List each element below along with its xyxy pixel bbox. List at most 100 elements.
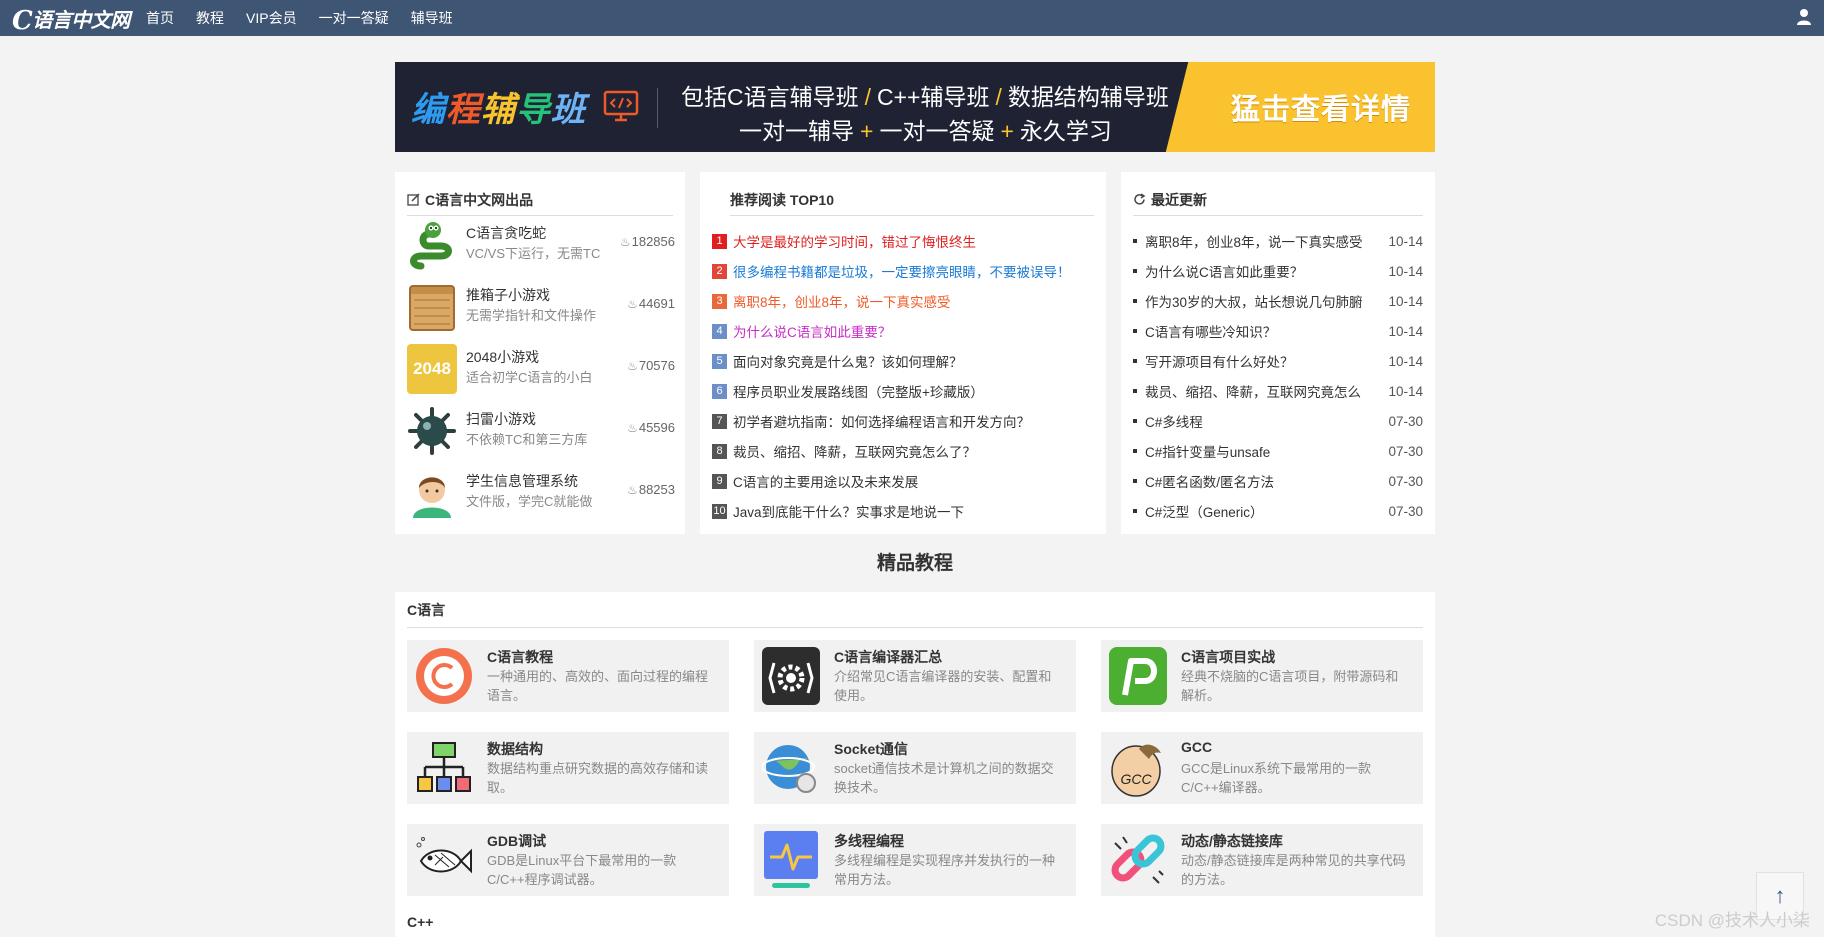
mine-icon (408, 407, 456, 455)
update-date: 07-30 (1388, 413, 1423, 429)
rank-badge: 2 (712, 263, 727, 279)
update-item[interactable]: C#匿名函数/匿名方法 07-30 (1133, 470, 1423, 492)
site-logo[interactable]: C语言中文网 (12, 4, 130, 36)
gdb-fish-icon (416, 837, 472, 874)
banner-divider (657, 88, 658, 128)
top10-item-link[interactable]: 裁员、缩招、降薪，互联网究竟怎么了？ (733, 441, 976, 461)
top10-item-link[interactable]: 很多编程书籍都是垃圾，一定要擦亮眼睛，不要被误导！ (733, 261, 1071, 281)
nav-item-tutorials[interactable]: 教程 (196, 8, 224, 28)
flame-icon: ♨ (627, 421, 638, 435)
product-item[interactable]: 2048 2048小游戏 适合初学C语言的小白 ♨70576 (407, 342, 675, 398)
top10-item[interactable]: 4 为什么说C语言如此重要？ (712, 320, 891, 342)
top10-item-link[interactable]: 为什么说C语言如此重要？ (733, 321, 891, 341)
project-p-icon (1109, 647, 1167, 705)
top10-item[interactable]: 6 程序员职业发展路线图（完整版+珍藏版） (712, 380, 984, 402)
link-chain-icon (1111, 834, 1165, 884)
top10-item[interactable]: 3 离职8年，创业8年，说一下真实感受 (712, 290, 951, 312)
bullet-icon (1133, 509, 1137, 513)
card-title: C语言项目实战 (1181, 649, 1276, 665)
tutorial-card[interactable]: C语言编译器汇总 介绍常见C语言编译器的安装、配置和使用。 (754, 640, 1076, 712)
product-name: 推箱子小游戏 (466, 287, 550, 303)
product-hot-count: ♨45596 (627, 420, 675, 435)
card-title: GDB调试 (487, 833, 547, 849)
rank-badge: 3 (712, 293, 727, 309)
compiler-gear-icon (762, 647, 820, 705)
tutorial-card[interactable]: Socket通信 socket通信技术是计算机之间的数据交换技术。 (754, 732, 1076, 804)
update-item[interactable]: C语言有哪些冷知识？ 10-14 (1133, 320, 1423, 342)
banner-brand-title: 编程辅导班 (411, 91, 586, 129)
update-title[interactable]: C#匿名函数/匿名方法 (1145, 471, 1380, 491)
update-item[interactable]: 为什么说C语言如此重要？ 10-14 (1133, 260, 1423, 282)
nav-item-qa[interactable]: 一对一答疑 (319, 8, 389, 28)
update-item[interactable]: 裁员、缩招、降薪，互联网究竟怎么 10-14 (1133, 380, 1423, 402)
nav-item-class[interactable]: 辅导班 (411, 8, 453, 28)
main-menu: 首页 教程 VIP会员 一对一答疑 辅导班 (146, 0, 475, 36)
top-navigation-bar: C语言中文网 首页 教程 VIP会员 一对一答疑 辅导班 (0, 0, 1824, 36)
student-icon (413, 477, 451, 518)
update-title[interactable]: C#泛型（Generic） (1145, 501, 1380, 521)
top10-item-link[interactable]: 程序员职业发展路线图（完整版+珍藏版） (733, 381, 984, 401)
product-desc: 文件版，学完C就能做 (466, 494, 593, 509)
update-title[interactable]: 作为30岁的大叔，站长想说几句肺腑 (1145, 291, 1380, 311)
rank-badge: 7 (712, 413, 727, 429)
card-desc: 数据结构重点研究数据的高效存储和读取。 (487, 761, 709, 795)
product-hot-count: ♨70576 (627, 358, 675, 373)
top10-item-link[interactable]: 面向对象究竟是什么鬼？该如何理解？ (733, 351, 963, 371)
nav-item-home[interactable]: 首页 (146, 8, 174, 28)
product-name: C语言贪吃蛇 (466, 225, 547, 241)
card-title: 多线程编程 (834, 833, 904, 849)
card-desc: 一种通用的、高效的、面向过程的编程语言。 (487, 669, 709, 703)
banner-cta-button[interactable]: 猛击查看详情 (1207, 62, 1435, 152)
update-item[interactable]: C#指针变量与unsafe 07-30 (1133, 440, 1423, 462)
tutorial-card[interactable]: 动态/静态链接库 动态/静态链接库是两种常见的共享代码的方法。 (1101, 824, 1423, 896)
update-date: 07-30 (1388, 443, 1423, 459)
top10-item[interactable]: 2 很多编程书籍都是垃圾，一定要擦亮眼睛，不要被误导！ (712, 260, 1071, 282)
update-item[interactable]: 离职8年，创业8年，说一下真实感受 10-14 (1133, 230, 1423, 252)
top10-item-link[interactable]: 大学是最好的学习时间，错过了悔恨终生 (733, 231, 976, 251)
top10-item[interactable]: 1 大学是最好的学习时间，错过了悔恨终生 (712, 230, 976, 252)
update-item[interactable]: C#多线程 07-30 (1133, 410, 1423, 432)
update-item[interactable]: 作为30岁的大叔，站长想说几句肺腑 10-14 (1133, 290, 1423, 312)
top10-item[interactable]: 9 C语言的主要用途以及未来发展 (712, 470, 918, 492)
update-title[interactable]: 裁员、缩招、降薪，互联网究竟怎么 (1145, 381, 1380, 401)
nav-item-vip[interactable]: VIP会员 (246, 8, 297, 28)
update-title[interactable]: 为什么说C语言如此重要？ (1145, 261, 1380, 281)
top10-item[interactable]: 8 裁员、缩招、降薪，互联网究竟怎么了？ (712, 440, 976, 462)
top10-item-link[interactable]: Java到底能干什么？实事求是地说一下 (733, 501, 964, 521)
tutorial-card[interactable]: GCC GCC GCC是Linux系统下最常用的一款C/C++编译器。 (1101, 732, 1423, 804)
top10-item-link[interactable]: 离职8年，创业8年，说一下真实感受 (733, 291, 951, 311)
product-name: 学生信息管理系统 (466, 473, 578, 489)
product-item[interactable]: 学生信息管理系统 文件版，学完C就能做 ♨88253 (407, 466, 675, 522)
top10-item[interactable]: 7 初学者避坑指南：如何选择编程语言和开发方向？ (712, 410, 1030, 432)
rank-badge: 1 (712, 233, 727, 249)
update-title[interactable]: 离职8年，创业8年，说一下真实感受 (1145, 231, 1380, 251)
update-title[interactable]: C#指针变量与unsafe (1145, 441, 1380, 461)
top10-item-link[interactable]: 初学者避坑指南：如何选择编程语言和开发方向？ (733, 411, 1030, 431)
updates-panel-title: 最近更新 (1133, 184, 1423, 216)
update-title[interactable]: C#多线程 (1145, 411, 1380, 431)
tutorial-card[interactable]: C语言项目实战 经典不烧脑的C语言项目，附带源码和解析。 (1101, 640, 1423, 712)
update-item[interactable]: 写开源项目有什么好处？ 10-14 (1133, 350, 1423, 372)
product-desc: 无需学指针和文件操作 (466, 308, 597, 323)
update-item[interactable]: C#泛型（Generic） 07-30 (1133, 500, 1423, 522)
user-icon[interactable] (1796, 8, 1812, 26)
product-item[interactable]: C语言贪吃蛇 VC/VS下运行，无需TC ♨182856 (407, 218, 675, 274)
tutorial-card[interactable]: 多线程编程 多线程编程是实现程序并发执行的一种常用方法。 (754, 824, 1076, 896)
tutorial-card[interactable]: 数据结构 数据结构重点研究数据的高效存储和读取。 (407, 732, 729, 804)
update-date: 10-14 (1388, 383, 1423, 399)
product-item[interactable]: 扫雷小游戏 不依赖TC和第三方库 ♨45596 (407, 404, 675, 460)
svg-text:GCC: GCC (1120, 771, 1152, 787)
banner-line-2: 一对一辅导 + 一对一答疑 + 永久学习 (739, 118, 1112, 144)
update-date: 07-30 (1388, 473, 1423, 489)
top10-item-link[interactable]: C语言的主要用途以及未来发展 (733, 471, 918, 491)
top10-item[interactable]: 10 Java到底能干什么？实事求是地说一下 (712, 500, 964, 522)
promo-banner[interactable]: 编程辅导班 包括C语言辅导班 / C++辅导班 / 数据结构辅导班 一对一辅导 + 一对一答… (395, 62, 1435, 152)
update-title[interactable]: C语言有哪些冷知识？ (1145, 321, 1380, 341)
product-item[interactable]: 推箱子小游戏 无需学指针和文件操作 ♨44691 (407, 280, 675, 336)
card-desc: 介绍常见C语言编译器的安装、配置和使用。 (834, 669, 1052, 703)
update-title[interactable]: 写开源项目有什么好处？ (1145, 351, 1380, 371)
tutorial-card[interactable]: C语言教程 一种通用的、高效的、面向过程的编程语言。 (407, 640, 729, 712)
tutorial-card[interactable]: GDB调试 GDB是Linux平台下最常用的一款C/C++程序调试器。 (407, 824, 729, 896)
top10-item[interactable]: 5 面向对象究竟是什么鬼？该如何理解？ (712, 350, 963, 372)
top10-panel: 推荐阅读 TOP10 1 大学是最好的学习时间，错过了悔恨终生 2 很多编程书籍都是垃… (700, 172, 1106, 534)
